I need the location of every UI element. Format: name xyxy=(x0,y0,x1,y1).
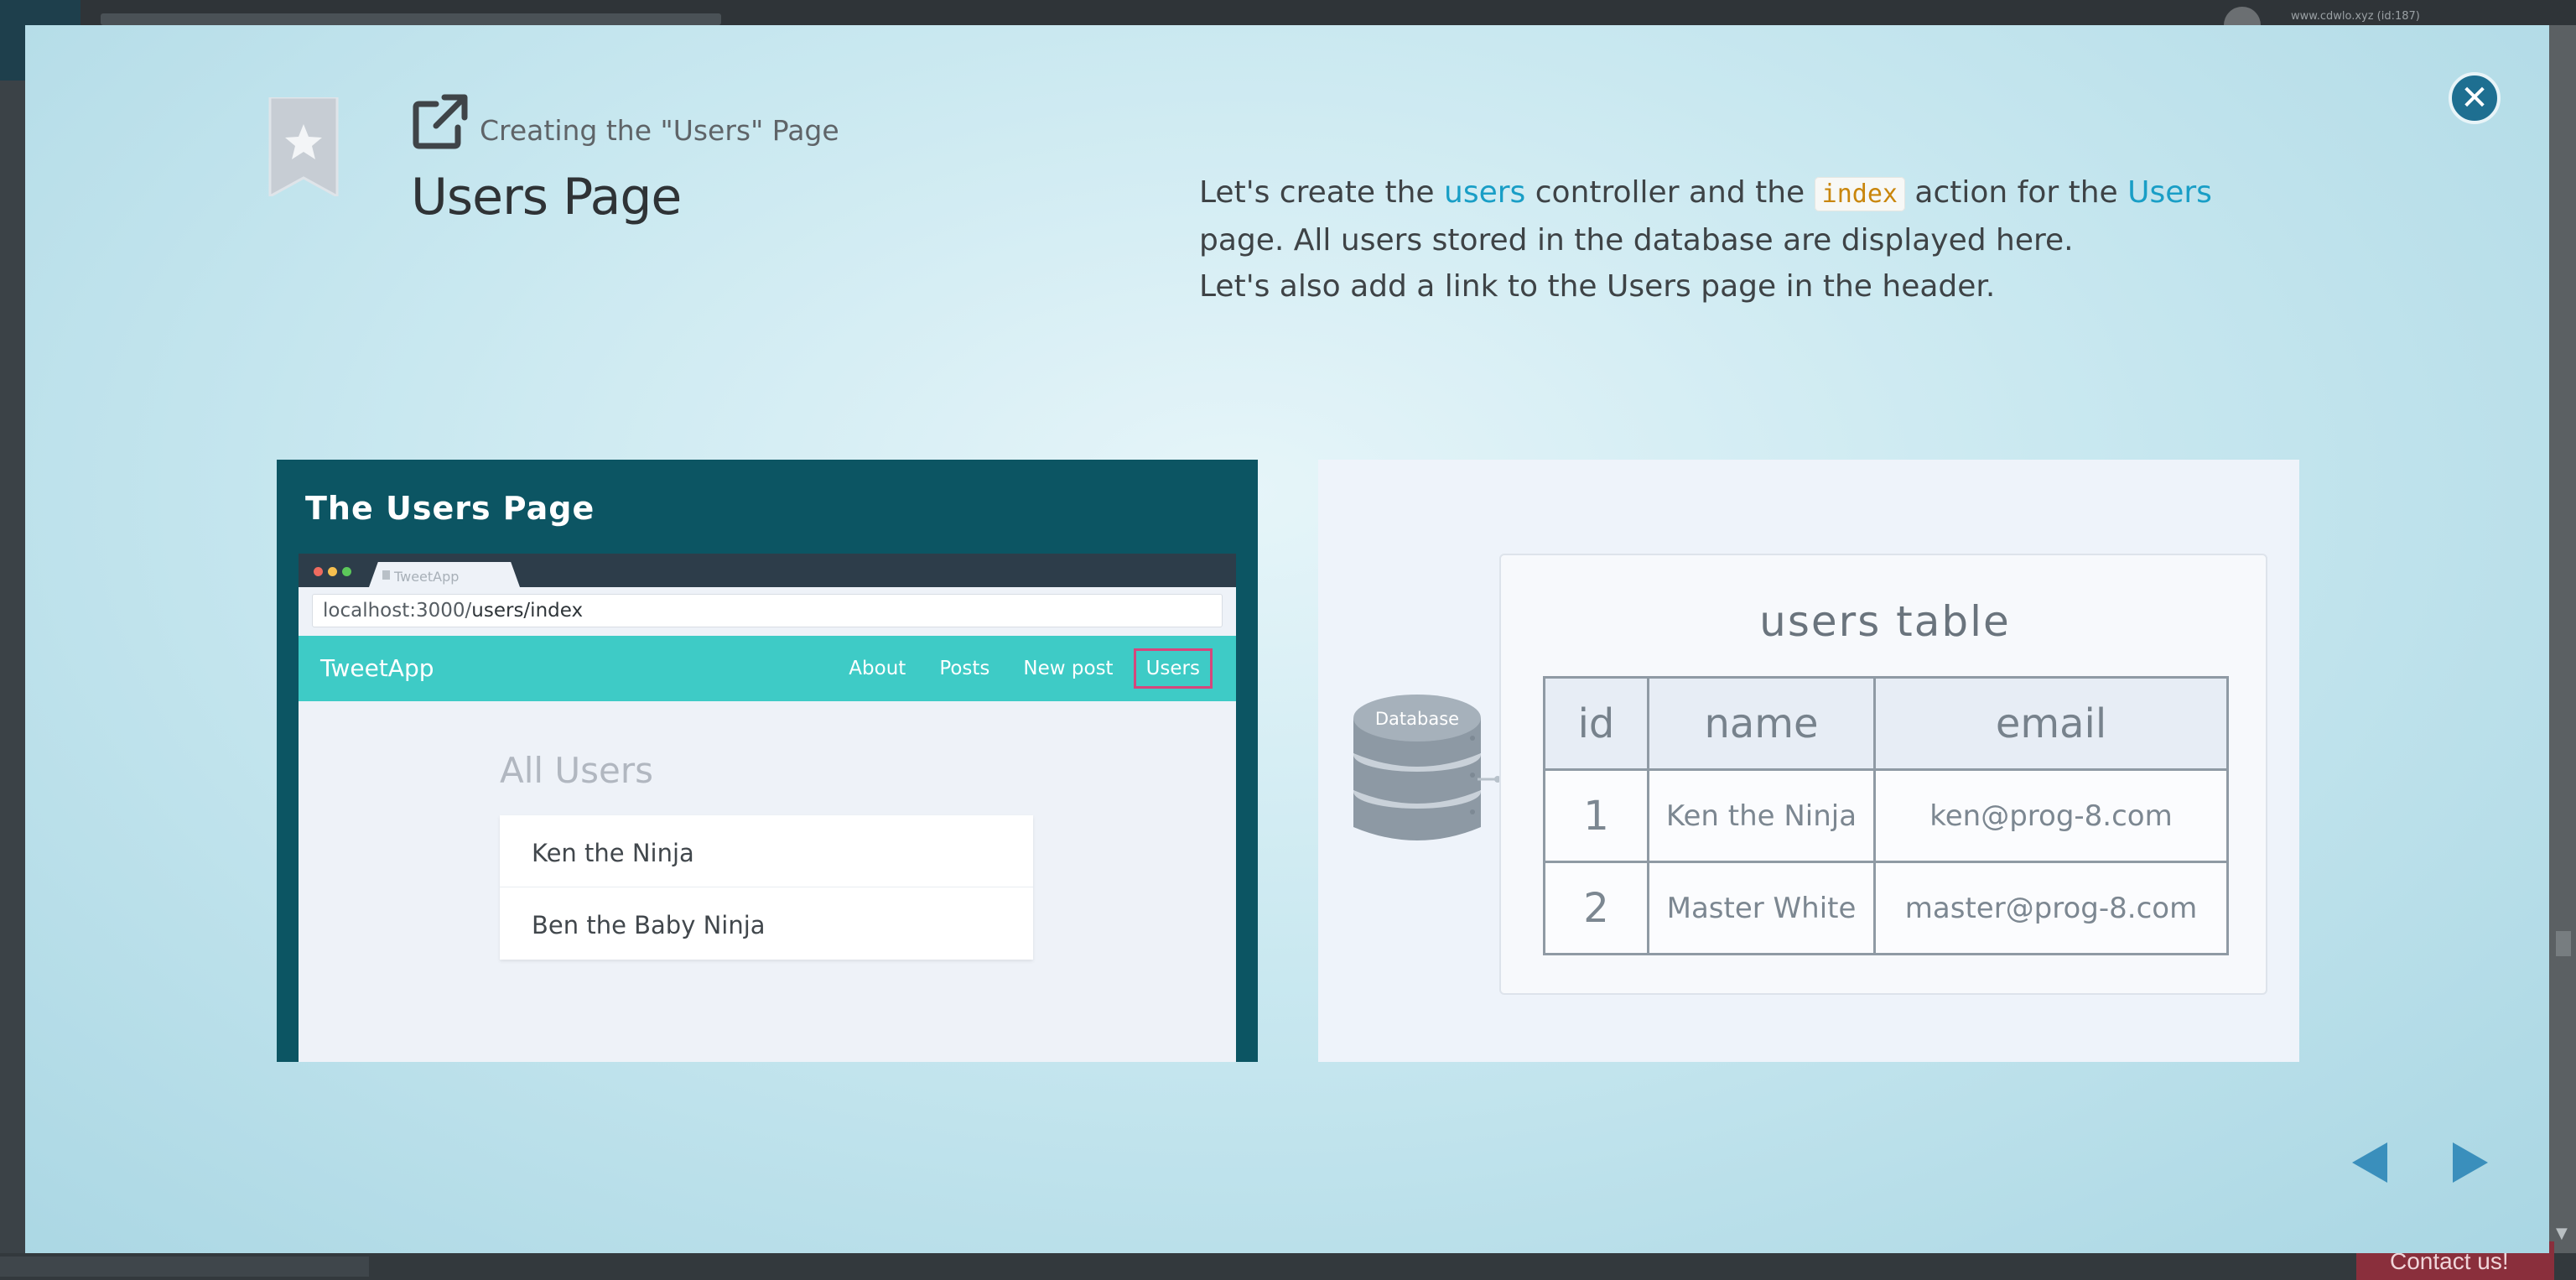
all-users-heading: All Users xyxy=(500,750,654,791)
slide-subtitle: Creating the "Users" Page xyxy=(480,114,839,147)
description-line-3: Let's also add a link to the Users page … xyxy=(1199,269,1996,304)
table-cell: master@prog-8.com xyxy=(1873,861,2229,955)
background-user-menu: www.cdwlo.xyz (id:187) xyxy=(2291,10,2420,23)
table-cell: 2 xyxy=(1543,861,1649,955)
code-index: index xyxy=(1814,177,1905,211)
description-text: controller and the xyxy=(1525,175,1815,210)
slide-modal: Creating the "Users" Page Users Page Let… xyxy=(25,25,2549,1253)
slide-title: Users Page xyxy=(411,168,682,226)
users-page-illustration: The Users Page TweetApp localhost:3000/u… xyxy=(277,460,1258,1062)
table-cell: ken@prog-8.com xyxy=(1873,768,2229,863)
address-bar: localhost:3000/users/index xyxy=(312,594,1223,627)
table-cell: Ken the Ninja xyxy=(1647,768,1876,863)
background-search-bar xyxy=(101,13,721,25)
description-text: action for the xyxy=(1904,175,2128,210)
triangle-right-icon xyxy=(2453,1142,2488,1183)
list-item: Ken the Ninja xyxy=(500,815,1033,887)
description-text: Let's create the xyxy=(1199,175,1445,210)
background-bottombar xyxy=(0,1253,2576,1280)
highlight-users: users xyxy=(1444,175,1526,210)
scroll-down-icon[interactable]: ▼ xyxy=(2556,1225,2568,1242)
database-icon: Database xyxy=(1353,695,1481,840)
previous-slide-button[interactable] xyxy=(2345,1137,2395,1188)
app-brand: TweetApp xyxy=(320,654,434,682)
minimize-dot-icon xyxy=(328,567,337,576)
column-header: name xyxy=(1647,676,1876,771)
page-icon xyxy=(382,570,390,580)
nav-posts: Posts xyxy=(939,658,990,679)
browser-chrome: TweetApp localhost:3000/users/index xyxy=(299,554,1236,636)
close-icon: ✕ xyxy=(2460,79,2489,117)
close-button[interactable]: ✕ xyxy=(2449,72,2501,124)
column-header: email xyxy=(1873,676,2229,771)
background-horizontal-scrollbar[interactable] xyxy=(0,1257,369,1277)
nav-users: Users xyxy=(1133,648,1213,689)
app-nav: About Posts New post Users xyxy=(815,648,1213,689)
table-title: users table xyxy=(1759,597,2011,646)
browser-tab-title: TweetApp xyxy=(394,569,460,585)
window-controls xyxy=(314,567,351,576)
illustration-title: The Users Page xyxy=(305,490,595,527)
table-row: 2 Master White master@prog-8.com xyxy=(1543,861,2229,955)
triangle-left-icon xyxy=(2352,1142,2387,1183)
url-host: localhost:3000/ xyxy=(323,600,472,622)
url-path: users/index xyxy=(471,600,584,622)
external-link-icon xyxy=(413,94,468,149)
table-row: 1 Ken the Ninja ken@prog-8.com xyxy=(1543,768,2229,863)
next-slide-button[interactable] xyxy=(2445,1137,2496,1188)
database-illustration: Database users table id name email 1 Ken… xyxy=(1318,460,2299,1062)
table-cell: 1 xyxy=(1543,768,1649,863)
column-header: id xyxy=(1543,676,1649,771)
background-scrollbar[interactable]: ▼ xyxy=(2549,25,2576,1253)
users-table-card: users table id name email 1 Ken the Ninj… xyxy=(1499,554,2267,995)
close-dot-icon xyxy=(314,567,323,576)
list-item: Ben the Baby Ninja xyxy=(532,911,766,939)
browser-tab: TweetApp xyxy=(369,562,520,587)
address-bar-area: localhost:3000/users/index xyxy=(299,587,1236,636)
maximize-dot-icon xyxy=(342,567,351,576)
table-cell: Master White xyxy=(1647,861,1876,955)
bookmark-star-icon[interactable] xyxy=(268,97,339,196)
app-header: TweetApp About Posts New post Users xyxy=(299,636,1236,701)
description-line-2: page. All users stored in the database a… xyxy=(1199,223,2074,258)
database-label: Database xyxy=(1375,709,1459,729)
highlight-users-page: Users xyxy=(2127,175,2212,210)
browser-mockup: TweetApp localhost:3000/users/index Twee… xyxy=(299,554,1236,1062)
nav-new-post: New post xyxy=(1023,658,1114,679)
nav-about: About xyxy=(849,658,906,679)
user-list: Ken the Ninja Ben the Baby Ninja xyxy=(500,815,1033,960)
scrollbar-thumb[interactable] xyxy=(2556,931,2571,956)
users-table: id name email 1 Ken the Ninja ken@prog-8… xyxy=(1543,676,2229,955)
slide-description: Let's create the users controller and th… xyxy=(1199,169,2289,310)
